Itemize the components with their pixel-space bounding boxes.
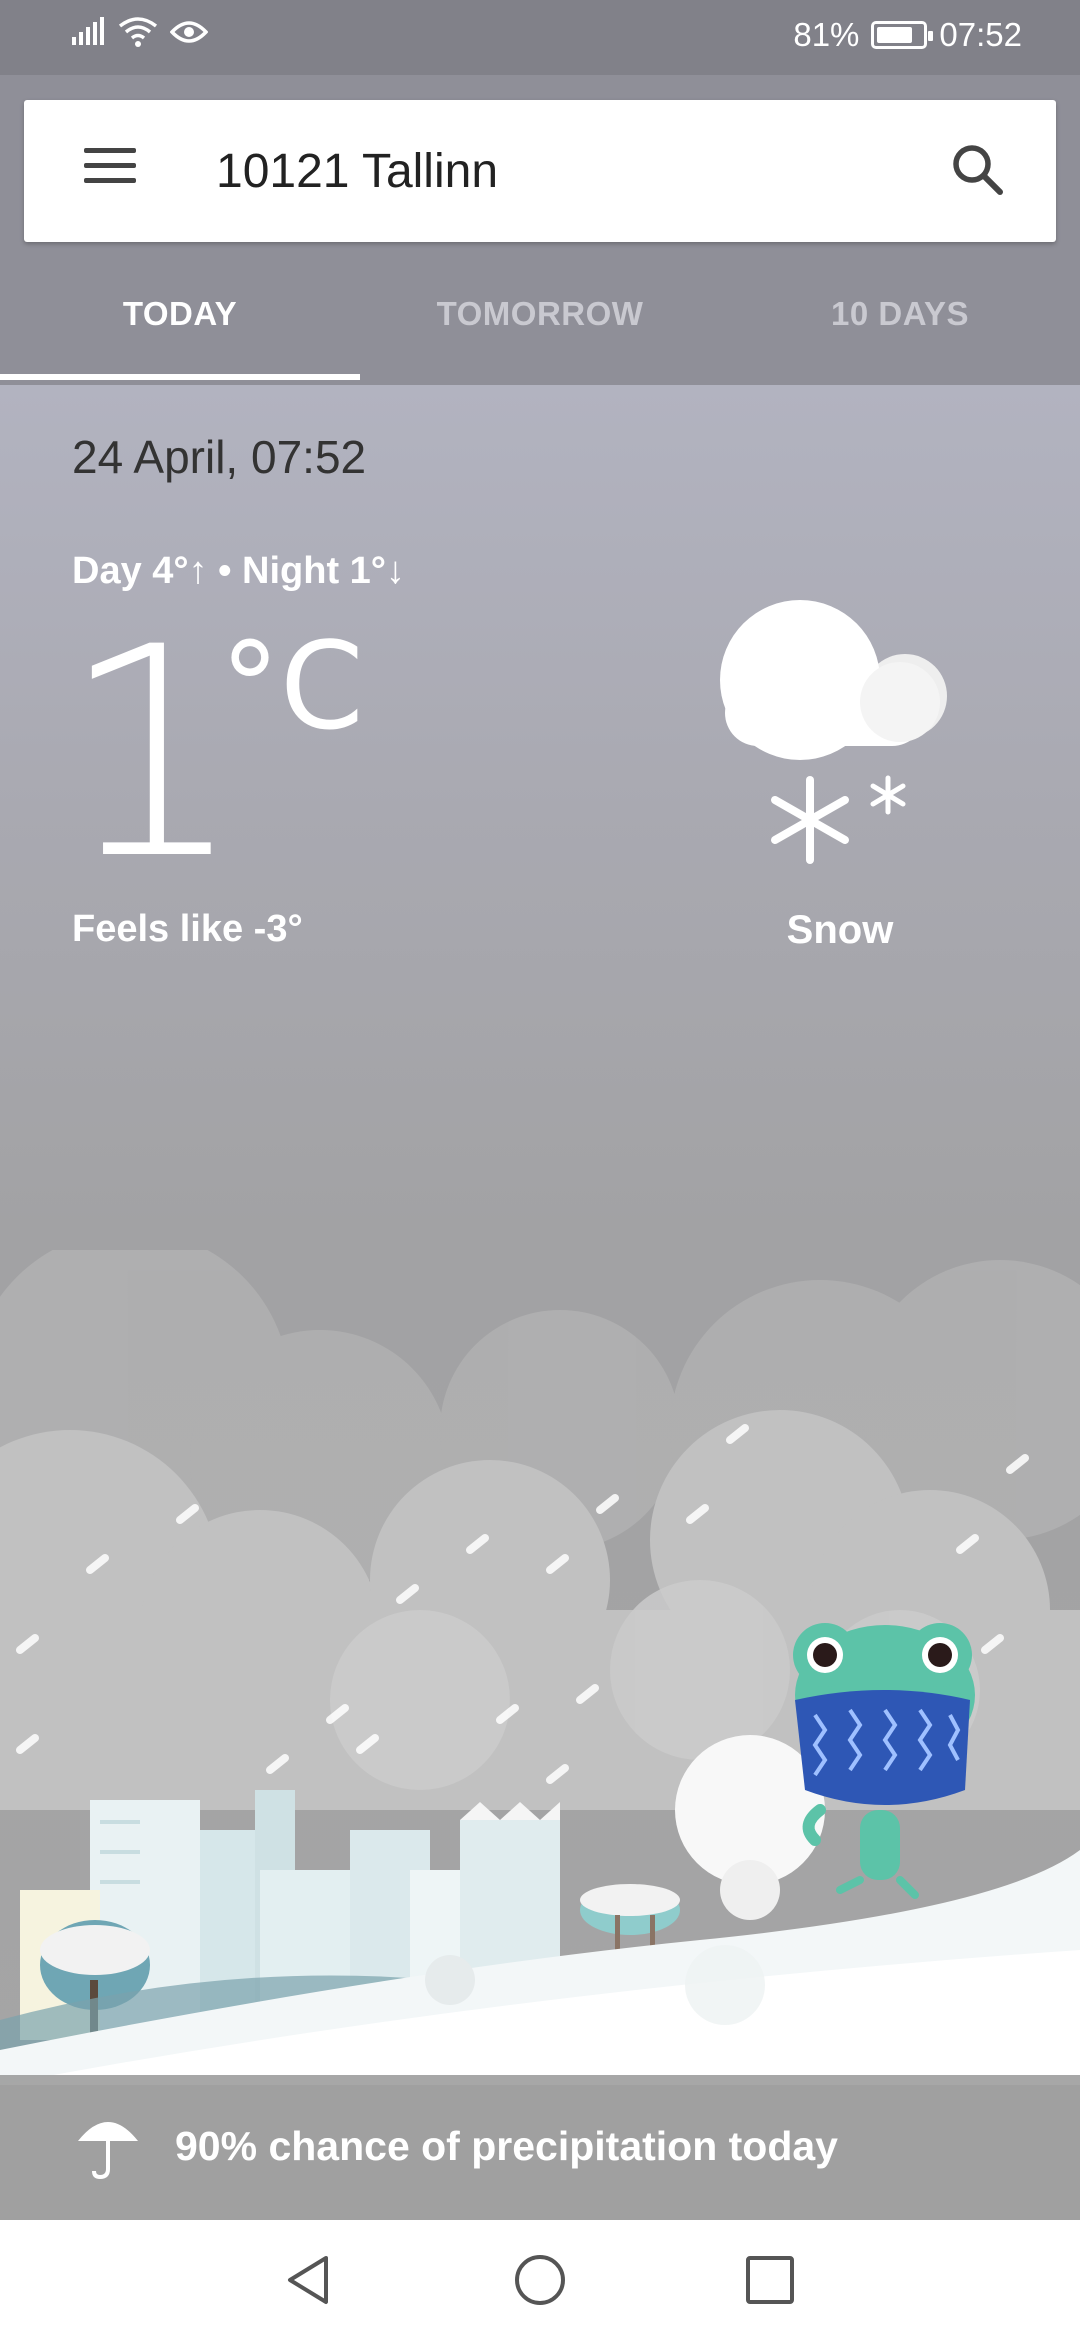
recents-icon[interactable] [740,2250,800,2310]
forecast-tabs: TODAY TOMORROW 10 DAYS [0,260,1080,385]
menu-icon[interactable] [80,146,140,196]
active-tab-indicator [0,374,360,380]
eye-icon [170,21,208,43]
status-bar: 81% 07:52 [0,0,1080,75]
battery-fill [877,27,912,43]
feels-like: Feels like -3° [72,908,303,950]
battery-icon [871,21,934,49]
tab-today[interactable]: TODAY [0,260,360,385]
tab-tomorrow[interactable]: TOMORROW [360,260,720,385]
back-icon[interactable] [280,2250,340,2310]
location-text[interactable]: 10121 Tallinn [216,144,498,199]
snow-scene-illustration [0,1250,1080,2085]
signal-icon [72,17,104,45]
search-icon[interactable] [948,140,1008,200]
status-icons-right: 81% 07:52 [793,16,1022,54]
home-icon[interactable] [510,2250,570,2310]
wifi-icon [118,17,158,47]
precipitation-bar[interactable]: 90% chance of precipitation today [0,2075,1080,2220]
condition-label: Snow [786,908,894,952]
tab-10-days[interactable]: 10 DAYS [720,260,1080,385]
navigation-bar [0,2220,1080,2340]
temperature-unit: °C [220,618,364,757]
snow-cloud-icon [720,600,947,864]
location-search-bar[interactable]: 10121 Tallinn [24,100,1056,242]
umbrella-icon [78,2122,138,2180]
precipitation-text: 90% chance of precipitation today [175,2123,838,2169]
current-temperature: 1 [60,586,245,923]
date-time: 24 April, 07:52 [72,431,367,483]
status-icons-left [72,16,208,48]
battery-percent: 81% [793,16,860,53]
clock: 07:52 [939,16,1022,53]
frog-character [793,1623,975,1899]
